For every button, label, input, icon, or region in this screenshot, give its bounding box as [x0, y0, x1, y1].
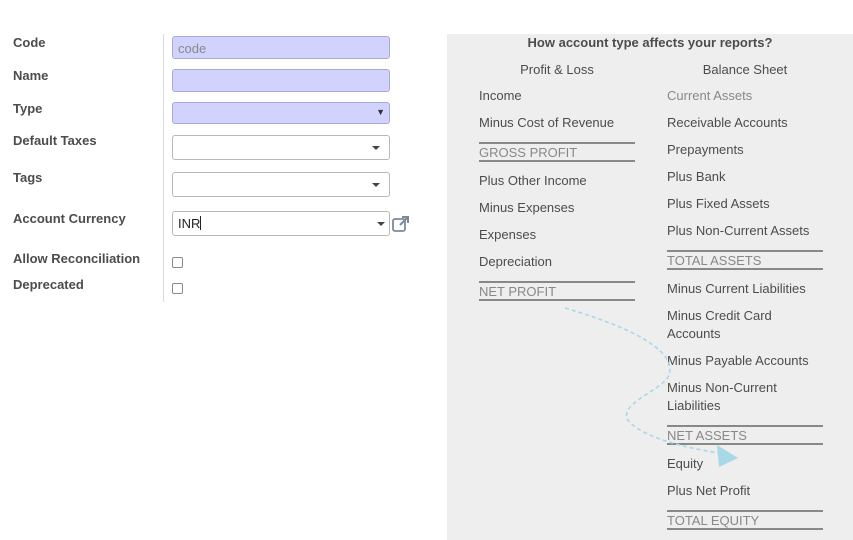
code-label: Code [13, 35, 46, 50]
chevron-down-icon [372, 183, 380, 187]
arrow-path [564, 307, 726, 455]
net-profit-flow-arrow [564, 307, 738, 467]
type-select[interactable]: ▼ [172, 102, 390, 124]
dropdown-arrow-icon: ▼ [376, 107, 385, 117]
form-separator [163, 34, 164, 302]
account-currency-label: Account Currency [13, 211, 126, 226]
tags-label: Tags [13, 170, 43, 185]
allow-reconciliation-checkbox[interactable] [172, 257, 183, 268]
name-label: Name [13, 68, 49, 83]
account-currency-value: INR [178, 216, 201, 231]
deprecated-label: Deprecated [13, 277, 84, 292]
tags-select[interactable] [172, 172, 390, 197]
deprecated-checkbox[interactable] [172, 283, 183, 294]
default-taxes-label: Default Taxes [13, 133, 97, 148]
chevron-down-icon [377, 222, 385, 226]
code-placeholder: code [178, 41, 207, 56]
arrow-head [717, 445, 738, 467]
name-input[interactable] [172, 69, 390, 92]
text-cursor [200, 216, 202, 230]
default-taxes-select[interactable] [172, 135, 390, 160]
chevron-down-icon [372, 146, 380, 150]
type-label: Type [13, 101, 43, 116]
allow-reconciliation-label: Allow Reconciliation [13, 251, 141, 266]
external-link-icon[interactable] [391, 214, 411, 234]
code-input[interactable]: code [172, 36, 390, 59]
account-type-help-panel: How account type affects your reports? P… [447, 34, 853, 540]
account-currency-select[interactable]: INR [172, 211, 390, 236]
